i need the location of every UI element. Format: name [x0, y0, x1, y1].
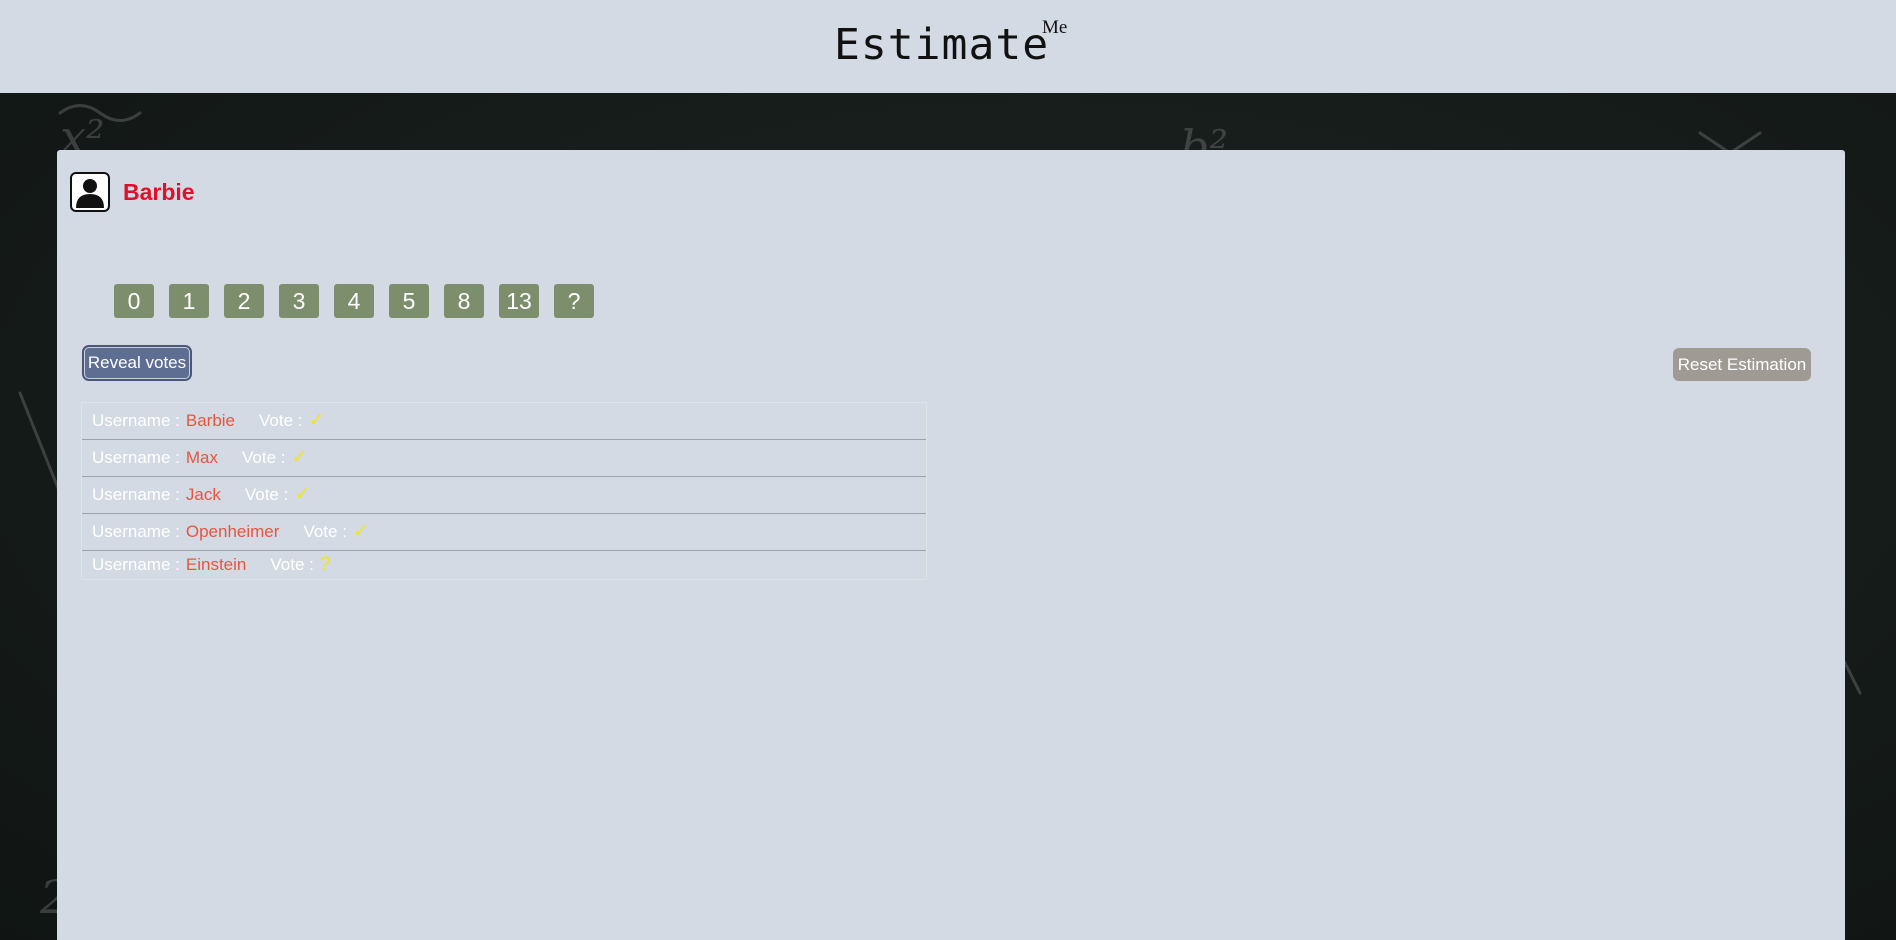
- vote-username: Openheimer: [185, 522, 280, 541]
- panel-header: Barbie: [57, 150, 1845, 234]
- votes-table: Username : Barbie Vote : ✓ Username : Max Vot…: [81, 402, 927, 580]
- vote-status: ✓: [291, 447, 308, 468]
- username-label: Username :: [92, 485, 180, 504]
- vote-status: ✓: [294, 484, 311, 505]
- username-label: Username :: [92, 555, 180, 574]
- user-avatar: [70, 172, 110, 212]
- reveal-votes-button[interactable]: Reveal votes: [84, 347, 190, 379]
- vote-row: Username : Einstein Vote :?: [82, 551, 926, 579]
- vote-row: Username : Max Vote : ✓: [82, 440, 926, 477]
- estimate-card-3[interactable]: 3: [279, 284, 319, 318]
- current-username: Barbie: [123, 179, 195, 205]
- estimate-card-1[interactable]: 1: [169, 284, 209, 318]
- estimate-card-unknown[interactable]: ?: [554, 284, 594, 318]
- vote-username: Jack: [185, 485, 221, 504]
- user-silhouette-icon: [76, 179, 104, 208]
- vote-label: Vote :: [303, 522, 347, 541]
- vote-status: ✓: [352, 521, 369, 542]
- estimate-card-4[interactable]: 4: [334, 284, 374, 318]
- app-title-superscript: Me: [1042, 17, 1068, 38]
- app-title: Estimate: [834, 20, 1050, 70]
- estimate-card-5[interactable]: 5: [389, 284, 429, 318]
- username-label: Username :: [92, 411, 180, 430]
- estimate-card-13[interactable]: 13: [499, 284, 539, 318]
- app-header: Estimate Me: [0, 0, 1896, 93]
- vote-label: Vote :: [242, 448, 286, 467]
- panel-body: 0 1 2 3 4 5 8 13 ? Reveal votes Reset Es…: [61, 234, 1841, 940]
- vote-label: Vote :: [270, 555, 314, 574]
- vote-row: Username : Barbie Vote : ✓: [82, 403, 926, 440]
- app-title-group: Estimate Me: [834, 17, 1067, 80]
- vote-username: Einstein: [185, 555, 247, 574]
- vote-row: Username : Openheimer Vote : ✓: [82, 514, 926, 551]
- vote-status: ?: [319, 554, 331, 575]
- username-label: Username :: [92, 522, 180, 541]
- username-label: Username :: [92, 448, 180, 467]
- vote-username: Barbie: [185, 411, 236, 430]
- vote-status: ✓: [308, 410, 325, 431]
- vote-label: Vote :: [259, 411, 303, 430]
- vote-username: Max: [185, 448, 218, 467]
- estimate-card-2[interactable]: 2: [224, 284, 264, 318]
- estimate-card-0[interactable]: 0: [114, 284, 154, 318]
- reset-estimation-button[interactable]: Reset Estimation: [1673, 348, 1811, 381]
- estimate-card-8[interactable]: 8: [444, 284, 484, 318]
- vote-row: Username : Jack Vote : ✓: [82, 477, 926, 514]
- vote-label: Vote :: [244, 485, 289, 504]
- estimation-panel: Barbie 0 1 2 3 4 5 8 13 ? Reveal votes R…: [57, 150, 1845, 940]
